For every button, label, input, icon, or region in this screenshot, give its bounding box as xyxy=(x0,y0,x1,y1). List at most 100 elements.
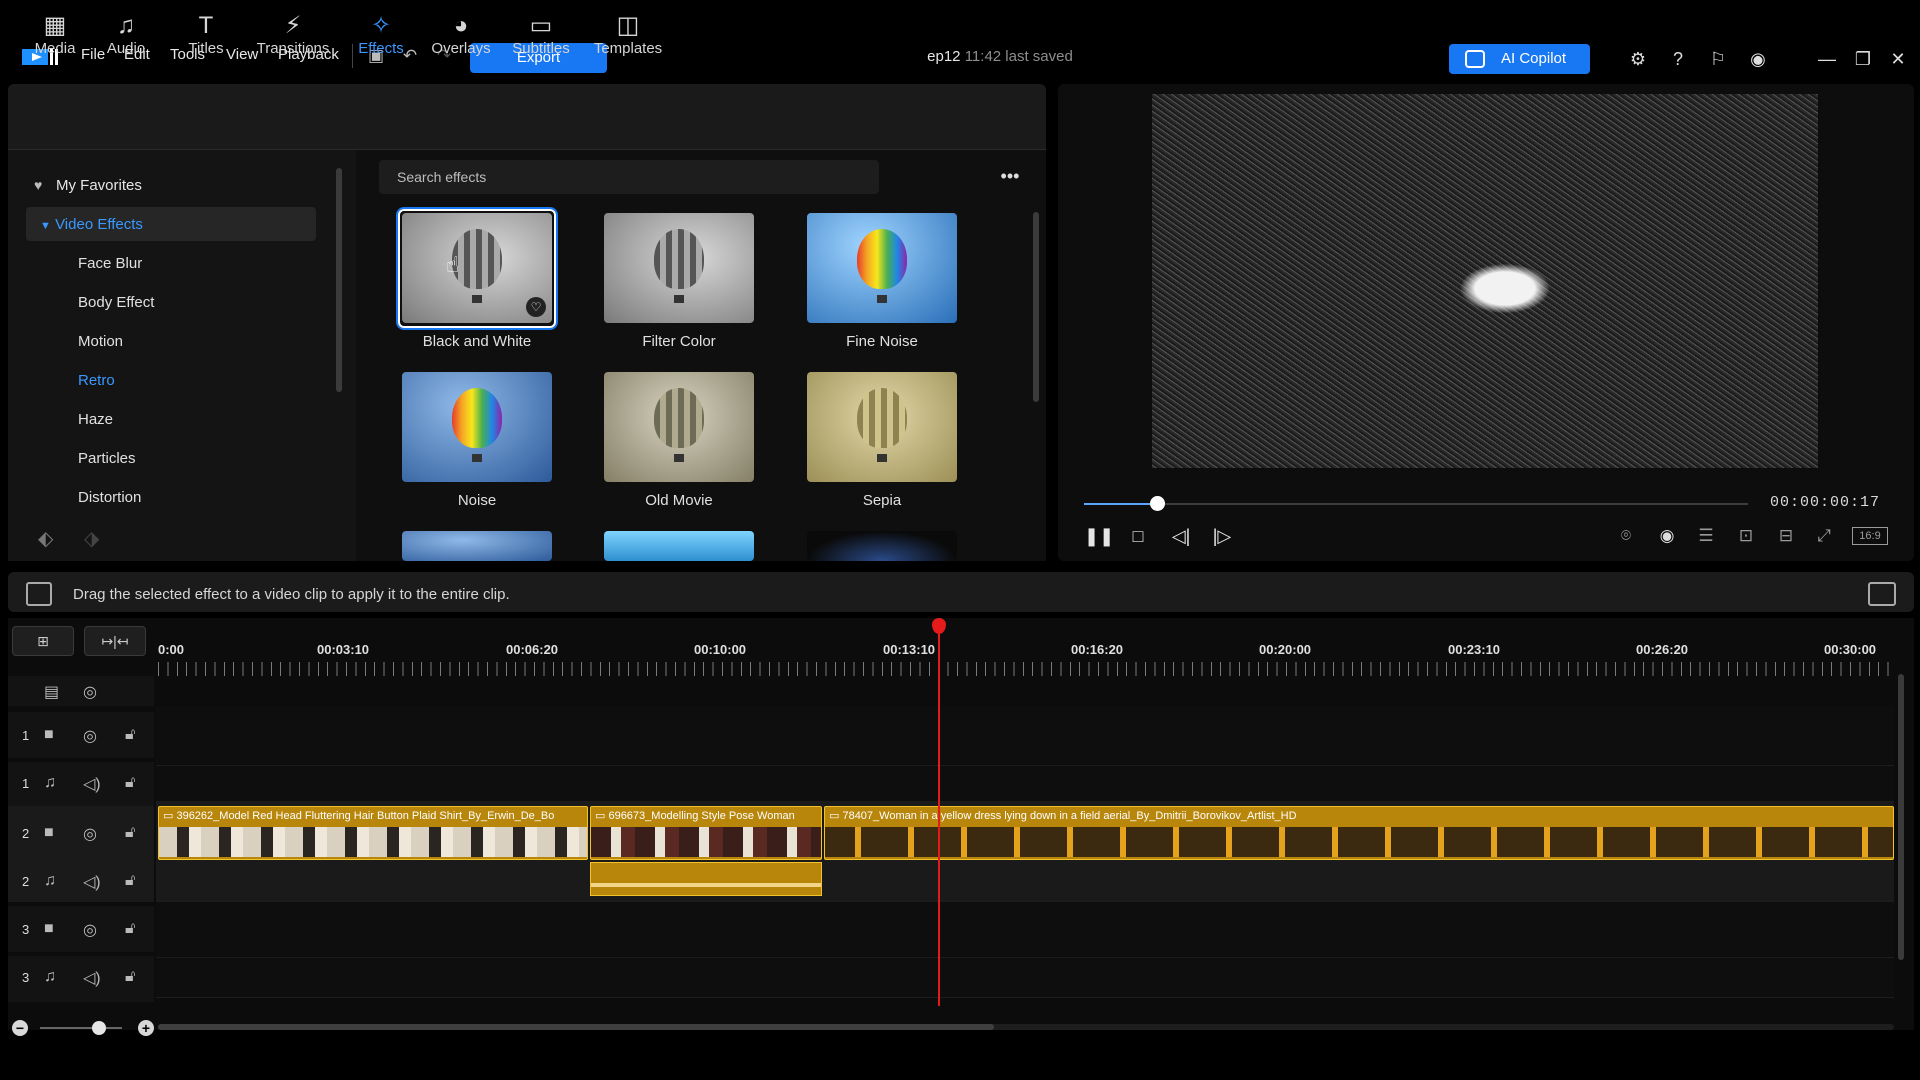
stop-icon[interactable]: □ xyxy=(1125,524,1151,548)
effects-scrollbar[interactable] xyxy=(1033,212,1039,402)
search-effects-input[interactable] xyxy=(379,160,879,194)
tab-effects[interactable]: ✧ Effects xyxy=(350,12,412,62)
tab-subtitles[interactable]: ▭ Subtitles xyxy=(508,12,574,62)
timeline-vertical-scrollbar[interactable] xyxy=(1898,674,1904,960)
zoom-preview-icon[interactable]: ⊡ xyxy=(1733,524,1759,548)
remove-tag-icon[interactable]: ⬗ xyxy=(84,526,99,551)
tab-overlays[interactable]: ◕ Overlays xyxy=(428,12,494,62)
tree-item-retro[interactable]: Retro xyxy=(78,372,115,389)
speaker-icon[interactable]: ◁) xyxy=(83,774,101,794)
timeline-playhead[interactable] xyxy=(938,620,940,1006)
video-clip[interactable]: ▭ 396262_Model Red Head Fluttering Hair … xyxy=(158,806,588,860)
eye-icon[interactable]: ◎ xyxy=(83,682,97,702)
tab-titles[interactable]: T Titles xyxy=(176,12,236,62)
timeline-settings-icon[interactable] xyxy=(1868,582,1896,606)
audio-clip[interactable] xyxy=(590,862,822,896)
ruler-label: 00:13:10 xyxy=(883,642,936,657)
lock-icon[interactable]: 🔓︎ xyxy=(125,774,135,792)
close-icon[interactable]: ✕ xyxy=(1887,48,1909,70)
preview-scrub-handle[interactable] xyxy=(1150,496,1166,511)
tab-templates[interactable]: ◫ Templates xyxy=(590,12,666,62)
video-clip[interactable]: ▭ 696673_Modelling Style Pose Woman xyxy=(590,806,822,860)
track-lane-video-1[interactable] xyxy=(156,706,1894,766)
effect-sepia[interactable] xyxy=(807,372,957,482)
effect-noise[interactable] xyxy=(402,372,552,482)
aspect-ratio-button[interactable]: 16:9 xyxy=(1852,527,1888,545)
media-icon: ▦ xyxy=(43,12,67,39)
tab-media[interactable]: ▦ Media xyxy=(22,12,88,62)
track-lane-audio-1[interactable] xyxy=(156,766,1894,802)
more-options-icon[interactable]: ••• xyxy=(998,166,1022,186)
effect-thumbnail-partial[interactable] xyxy=(807,531,957,561)
timeline-zoom-handle[interactable] xyxy=(92,1021,106,1035)
video-camera-icon: ■ xyxy=(44,824,54,841)
preview-scrub-track[interactable] xyxy=(1084,503,1748,505)
heart-icon: ♥ xyxy=(34,177,43,193)
tree-item-haze[interactable]: Haze xyxy=(78,411,113,428)
next-frame-icon[interactable]: |▷ xyxy=(1209,524,1235,548)
tab-transitions[interactable]: ⚡ Transitions xyxy=(250,12,336,62)
copilot-label: AI Copilot xyxy=(1501,50,1567,67)
previous-frame-icon[interactable]: ◁| xyxy=(1168,524,1194,548)
add-tag-icon[interactable]: ⬖ xyxy=(38,526,53,551)
ruler-label: 00:26:20 xyxy=(1636,642,1689,657)
restore-icon[interactable]: ❐ xyxy=(1852,48,1874,70)
favorite-heart-icon[interactable]: ♡ xyxy=(526,297,546,317)
snapshot-camera-icon[interactable]: ⌾ xyxy=(1613,524,1639,548)
track-lane-audio-3[interactable] xyxy=(156,958,1894,998)
account-icon[interactable]: ◉ xyxy=(1747,48,1769,70)
speaker-icon[interactable]: ◁) xyxy=(83,968,101,988)
tree-my-favorites[interactable]: My Favorites xyxy=(56,177,142,194)
caret-down-icon: ▼ xyxy=(40,220,51,232)
effect-fine-noise[interactable] xyxy=(807,213,957,323)
eye-icon[interactable]: ◎ xyxy=(83,726,97,746)
video-preview-frame[interactable] xyxy=(1152,94,1818,468)
zoom-out-icon[interactable]: − xyxy=(12,1020,28,1036)
timeline-horizontal-scrollbar[interactable] xyxy=(158,1024,994,1030)
effect-thumbnail-partial[interactable] xyxy=(402,531,552,561)
layout-icon[interactable]: ⊟ xyxy=(1773,524,1799,548)
tree-video-effects[interactable]: ▼ Video Effects xyxy=(40,216,143,233)
track-lane-video-3[interactable] xyxy=(156,902,1894,958)
tree-item-particles[interactable]: Particles xyxy=(78,450,136,467)
effect-old-movie[interactable] xyxy=(604,372,754,482)
feedback-icon[interactable]: ⚐ xyxy=(1707,48,1729,70)
storyboard-toggle-icon[interactable] xyxy=(26,582,52,606)
ai-copilot-button[interactable]: AI Copilot xyxy=(1449,44,1590,74)
settings-gear-icon[interactable]: ⚙ xyxy=(1627,48,1649,70)
subtitle-track-icon[interactable]: ▤ xyxy=(44,682,59,702)
fullscreen-icon[interactable]: ⤢ xyxy=(1811,524,1837,548)
effect-label: Old Movie xyxy=(645,492,713,509)
lock-icon[interactable]: 🔓︎ xyxy=(125,920,135,938)
eye-icon[interactable]: ◎ xyxy=(83,920,97,940)
tree-item-body-effect[interactable]: Body Effect xyxy=(78,294,154,311)
ruler-label: 00:23:10 xyxy=(1448,642,1501,657)
effect-label: Sepia xyxy=(862,492,902,509)
lock-icon[interactable]: 🔓︎ xyxy=(125,824,135,842)
lock-icon[interactable]: 🔓︎ xyxy=(125,872,135,890)
tree-item-face-blur[interactable]: Face Blur xyxy=(78,255,142,272)
tree-item-distortion[interactable]: Distortion xyxy=(78,489,141,506)
tree-item-motion[interactable]: Motion xyxy=(78,333,123,350)
effect-filter-color[interactable] xyxy=(604,213,754,323)
audio-waveform xyxy=(591,883,821,887)
tab-audio[interactable]: ♫ Audio xyxy=(96,12,156,62)
preview-quality-icon[interactable]: ◉ xyxy=(1654,524,1680,548)
pause-icon[interactable]: ❚❚ xyxy=(1084,524,1114,548)
eye-icon[interactable]: ◎ xyxy=(83,824,97,844)
effect-black-and-white[interactable]: ♡ xyxy=(402,213,552,323)
templates-icon: ◫ xyxy=(616,12,640,39)
lock-icon[interactable]: 🔓︎ xyxy=(125,968,135,986)
speaker-icon[interactable]: ◁) xyxy=(83,872,101,892)
video-clip[interactable]: ▭ 78407_Woman in a yellow dress lying do… xyxy=(824,806,1894,860)
timeline-zoom-slider[interactable] xyxy=(40,1027,122,1029)
effect-thumbnail-partial[interactable] xyxy=(604,531,754,561)
minimize-icon[interactable]: — xyxy=(1816,48,1838,70)
subtitle-toggle-icon[interactable]: ☰ xyxy=(1693,524,1719,548)
fit-timeline-button[interactable]: ↦|↤ xyxy=(84,626,146,656)
add-track-button[interactable]: ⊞ xyxy=(12,626,74,656)
zoom-in-icon[interactable]: + xyxy=(138,1020,154,1036)
tree-scrollbar[interactable] xyxy=(336,168,342,392)
lock-icon[interactable]: 🔓︎ xyxy=(125,726,135,744)
help-icon[interactable]: ? xyxy=(1667,48,1689,70)
